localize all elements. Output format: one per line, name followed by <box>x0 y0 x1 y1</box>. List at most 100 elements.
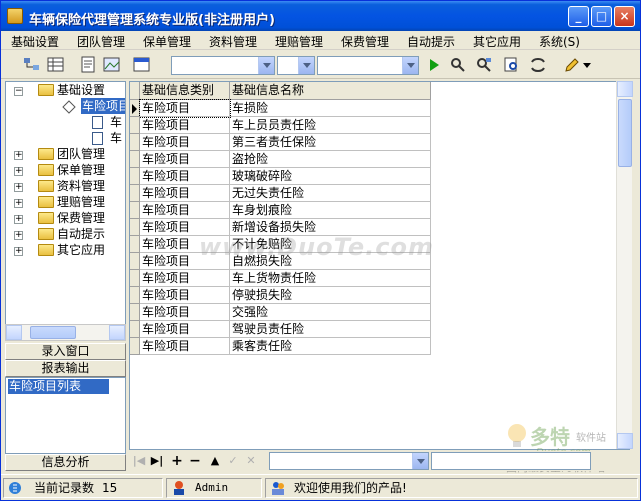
tree-node-vehicle-items[interactable]: 车险项目 <box>81 98 125 114</box>
cell-category[interactable]: 车险项目 <box>140 304 230 321</box>
edit-record-button[interactable]: ▲ <box>207 454 223 468</box>
cell-category[interactable]: 车险项目 <box>140 185 230 202</box>
add-record-button[interactable]: + <box>169 454 185 468</box>
menu-basic-settings[interactable]: 基础设置 <box>11 33 59 50</box>
cell-category[interactable]: 车险项目 <box>140 117 230 134</box>
find-user-next-icon[interactable] <box>475 56 493 74</box>
cell-category[interactable]: 车险项目 <box>139 99 231 118</box>
tree-node-data[interactable]: 资料管理 <box>57 178 105 194</box>
row-indicator[interactable] <box>130 270 140 287</box>
scroll-right-icon[interactable] <box>109 325 125 340</box>
row-indicator[interactable] <box>130 151 140 168</box>
tree-view-icon[interactable] <box>23 56 41 74</box>
tree-node-auto-remind[interactable]: 自动提示 <box>57 226 105 242</box>
cell-name[interactable]: 交强险 <box>230 304 431 321</box>
menu-auto-remind[interactable]: 自动提示 <box>407 33 455 50</box>
menu-claims[interactable]: 理赔管理 <box>275 33 323 50</box>
chevron-down-icon[interactable] <box>298 57 314 74</box>
report-output-button[interactable]: 报表输出 <box>5 360 126 377</box>
tree-node-claims[interactable]: 理赔管理 <box>57 194 105 210</box>
cancel-record-button[interactable]: ✕ <box>243 454 259 468</box>
cell-name[interactable]: 车损险 <box>230 100 431 117</box>
cell-category[interactable]: 车险项目 <box>140 202 230 219</box>
row-indicator[interactable] <box>130 168 140 185</box>
tree-node-basic-settings[interactable]: 基础设置 <box>57 82 105 98</box>
row-indicator[interactable] <box>130 202 140 219</box>
cell-name[interactable]: 驾驶员责任险 <box>230 321 431 338</box>
scroll-up-icon[interactable] <box>617 81 633 97</box>
row-indicator[interactable] <box>130 253 140 270</box>
menu-system[interactable]: 系统(S) <box>539 33 580 50</box>
cell-category[interactable]: 车险项目 <box>140 134 230 151</box>
expand-icon[interactable]: + <box>14 183 23 192</box>
grid-vertical-scrollbar[interactable] <box>616 81 633 449</box>
collapse-icon[interactable]: − <box>14 87 23 96</box>
cell-name[interactable]: 车上货物责任险 <box>230 270 431 287</box>
cell-category[interactable]: 车险项目 <box>140 270 230 287</box>
cell-name[interactable]: 乘客责任险 <box>230 338 431 355</box>
tree-horizontal-scrollbar[interactable] <box>5 324 126 341</box>
tree-node-other-apps[interactable]: 其它应用 <box>57 242 105 258</box>
cell-category[interactable]: 车险项目 <box>140 321 230 338</box>
tree-node-policy[interactable]: 保单管理 <box>57 162 105 178</box>
chevron-down-icon[interactable] <box>402 57 418 74</box>
title-bar[interactable]: 车辆保险代理管理系统专业版(非注册用户) _ □ × <box>1 1 640 31</box>
cell-name[interactable]: 盗抢险 <box>230 151 431 168</box>
expand-icon[interactable]: + <box>14 167 23 176</box>
toolbar-combo-2[interactable] <box>277 56 315 75</box>
row-indicator[interactable] <box>130 100 140 117</box>
menu-other-apps[interactable]: 其它应用 <box>473 33 521 50</box>
maximize-button[interactable]: □ <box>591 6 612 27</box>
navigation-tree[interactable]: − 基础设置 车险项目 车 车 + 团队管理 + 保单管理 + 资料管理 + 理… <box>5 81 126 326</box>
tree-node-premium[interactable]: 保费管理 <box>57 210 105 226</box>
menu-data[interactable]: 资料管理 <box>209 33 257 50</box>
first-record-button[interactable]: |◀ <box>131 454 147 468</box>
cell-category[interactable]: 车险项目 <box>140 151 230 168</box>
cell-name[interactable]: 无过失责任险 <box>230 185 431 202</box>
cell-name[interactable]: 车身划痕险 <box>230 202 431 219</box>
scroll-thumb[interactable] <box>618 99 632 167</box>
cell-name[interactable]: 玻璃破碎险 <box>230 168 431 185</box>
search-doc-icon[interactable] <box>503 56 521 74</box>
navigator-combo[interactable] <box>269 452 429 470</box>
row-indicator[interactable] <box>130 134 140 151</box>
menu-policy[interactable]: 保单管理 <box>143 33 191 50</box>
menu-team[interactable]: 团队管理 <box>77 33 125 50</box>
edit-pencil-icon[interactable] <box>563 56 581 74</box>
dropdown-arrow-icon[interactable] <box>583 63 591 69</box>
tree-leaf-2[interactable]: 车 <box>110 130 122 146</box>
entry-window-button[interactable]: 录入窗口 <box>5 343 126 360</box>
close-button[interactable]: × <box>614 6 635 27</box>
row-indicator[interactable] <box>130 304 140 321</box>
cell-name[interactable]: 车上员员责任险 <box>230 117 431 134</box>
scroll-thumb[interactable] <box>30 326 76 339</box>
navigator-field[interactable] <box>431 452 591 470</box>
tree-leaf-1[interactable]: 车 <box>110 114 122 130</box>
refresh-icon[interactable] <box>529 56 547 74</box>
expand-icon[interactable]: + <box>14 231 23 240</box>
last-record-button[interactable]: ▶| <box>149 454 165 468</box>
chevron-down-icon[interactable] <box>412 453 428 469</box>
window-icon[interactable] <box>133 56 151 74</box>
column-header-category[interactable]: 基础信息类别 <box>140 82 230 100</box>
tree-node-team[interactable]: 团队管理 <box>57 146 105 162</box>
post-record-button[interactable]: ✓ <box>225 454 241 468</box>
row-indicator[interactable] <box>130 185 140 202</box>
chevron-down-icon[interactable] <box>258 57 274 74</box>
cell-category[interactable]: 车险项目 <box>140 168 230 185</box>
row-indicator[interactable] <box>130 338 140 355</box>
cell-name[interactable]: 第三者责任保险 <box>230 134 431 151</box>
row-indicator[interactable] <box>130 321 140 338</box>
toolbar-combo-1[interactable] <box>171 56 275 75</box>
row-indicator[interactable] <box>130 219 140 236</box>
run-icon[interactable] <box>425 56 443 74</box>
menu-premium[interactable]: 保费管理 <box>341 33 389 50</box>
document-icon[interactable] <box>79 56 97 74</box>
info-analysis-button[interactable]: 信息分析 <box>5 454 126 471</box>
expand-icon[interactable]: + <box>14 215 23 224</box>
delete-record-button[interactable]: − <box>187 454 203 468</box>
grid-view-icon[interactable] <box>47 56 65 74</box>
cell-name[interactable]: 停驶损失险 <box>230 287 431 304</box>
find-user-icon[interactable] <box>449 56 467 74</box>
row-indicator[interactable] <box>130 117 140 134</box>
